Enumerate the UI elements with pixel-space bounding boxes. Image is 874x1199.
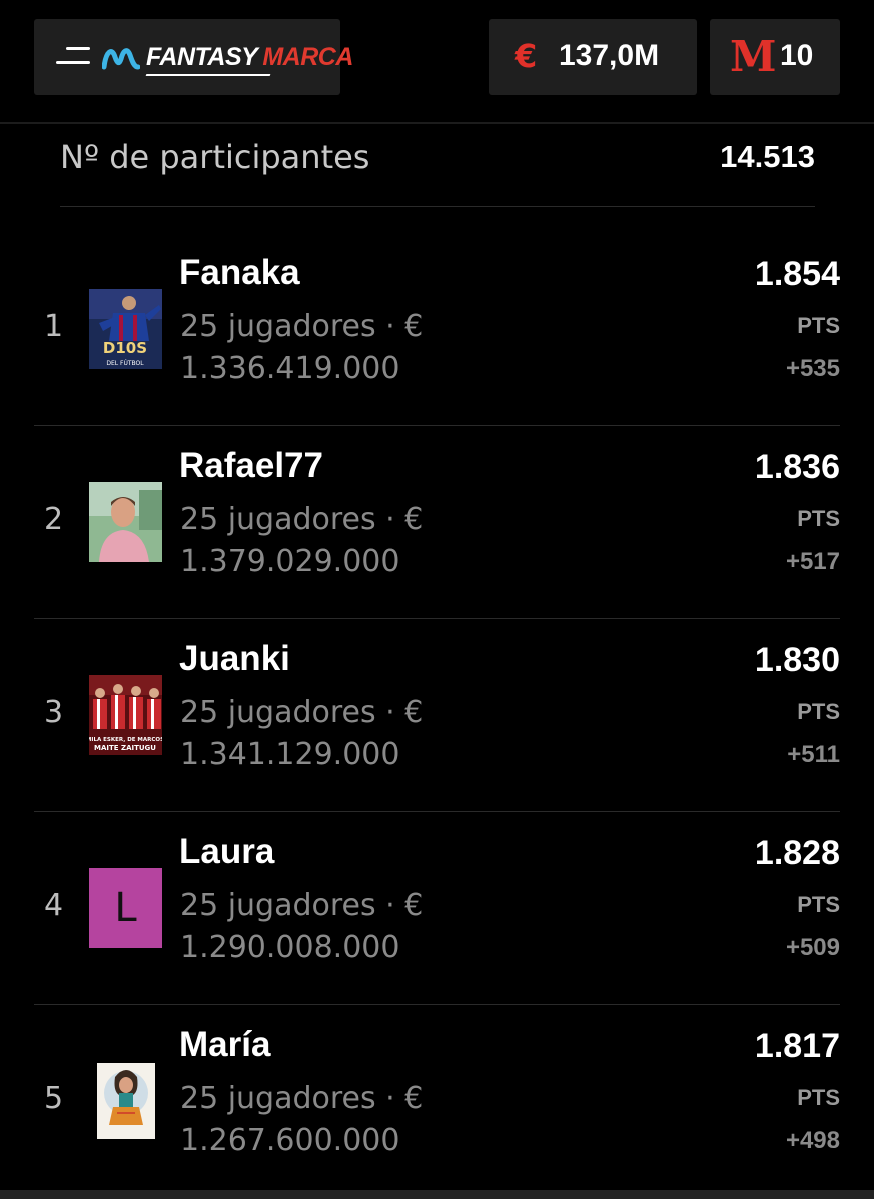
total-points: 1.830 bbox=[754, 641, 840, 679]
team-value: 1.336.419.000 bbox=[180, 351, 400, 386]
pts-label: PTS bbox=[797, 1085, 840, 1110]
players-count: 25 jugadores · € bbox=[180, 888, 424, 923]
user-name[interactable]: Laura bbox=[179, 832, 274, 872]
pts-label: PTS bbox=[797, 313, 840, 338]
points-delta: +498 bbox=[785, 1127, 840, 1154]
menu-brand-button[interactable]: FANTASY MARCA bbox=[34, 19, 353, 95]
participants-count: 14.513 bbox=[720, 139, 815, 174]
points-delta: +511 bbox=[787, 741, 840, 768]
user-avatar[interactable]: MILA ESKER, DE MARCOS MAITE ZAITUGU bbox=[89, 675, 162, 755]
points-delta: +535 bbox=[785, 355, 840, 382]
rank-number: 2 bbox=[44, 502, 64, 537]
svg-text:MILA ESKER, DE MARCOS: MILA ESKER, DE MARCOS bbox=[89, 737, 162, 743]
user-avatar[interactable] bbox=[89, 1061, 162, 1141]
logo-marca-text: MARCA bbox=[262, 43, 353, 71]
points-delta: +517 bbox=[785, 548, 840, 575]
ranking-row[interactable]: 1 D10S DEL FÚTBOL Fanaka 25 jugadores · … bbox=[34, 233, 840, 426]
team-value: 1.379.029.000 bbox=[180, 544, 400, 579]
pts-label: PTS bbox=[797, 506, 840, 531]
participants-label: Nº de participantes bbox=[60, 138, 370, 176]
participants-row: Nº de participantes 14.513 bbox=[60, 122, 815, 207]
avatar-letter: L bbox=[114, 885, 137, 931]
user-name[interactable]: Rafael77 bbox=[179, 446, 323, 486]
rank-number: 5 bbox=[44, 1081, 64, 1116]
players-count: 25 jugadores · € bbox=[180, 1081, 424, 1116]
user-avatar[interactable] bbox=[89, 482, 162, 562]
marca-points-value: 10 bbox=[780, 39, 814, 72]
fantasy-marca-logo: FANTASY MARCA bbox=[146, 43, 353, 72]
pts-label: PTS bbox=[797, 699, 840, 724]
ranking-row[interactable]: 3 MILA ESKER, DE MARCOS MAITE ZAITUGU Ju… bbox=[34, 619, 840, 812]
team-value: 1.267.600.000 bbox=[180, 1123, 400, 1158]
budget-button[interactable]: € 137,0M bbox=[489, 19, 697, 95]
rank-number: 1 bbox=[44, 309, 64, 344]
team-value: 1.341.129.000 bbox=[180, 737, 400, 772]
user-avatar[interactable]: L bbox=[89, 868, 162, 948]
user-name[interactable]: María bbox=[179, 1025, 270, 1065]
pts-label: PTS bbox=[797, 892, 840, 917]
movistar-logo-icon bbox=[102, 48, 140, 70]
total-points: 1.836 bbox=[754, 448, 840, 486]
user-name[interactable]: Fanaka bbox=[179, 253, 300, 293]
players-count: 25 jugadores · € bbox=[180, 502, 424, 537]
total-points: 1.817 bbox=[754, 1027, 840, 1065]
rank-number: 3 bbox=[44, 695, 64, 730]
euro-icon: € bbox=[515, 37, 538, 75]
total-points: 1.828 bbox=[754, 834, 840, 872]
logo-fantasy-text: FANTASY bbox=[146, 43, 258, 71]
ranking-row[interactable]: 5 María 25 jugadores · € 1.267.600.000 1… bbox=[34, 1005, 840, 1197]
marca-m-icon: M bbox=[730, 32, 777, 81]
total-points: 1.854 bbox=[754, 255, 840, 293]
hamburger-menu-icon[interactable] bbox=[56, 47, 90, 67]
user-avatar[interactable]: D10S DEL FÚTBOL bbox=[89, 289, 162, 369]
marca-points-button[interactable]: M 10 bbox=[710, 19, 840, 95]
user-name[interactable]: Juanki bbox=[179, 639, 290, 679]
players-count: 25 jugadores · € bbox=[180, 695, 424, 730]
ranking-row[interactable]: 2 Rafael77 25 jugadores · € 1.379.029.00… bbox=[34, 426, 840, 619]
budget-value: 137,0M bbox=[559, 39, 660, 72]
svg-text:DEL FÚTBOL: DEL FÚTBOL bbox=[106, 360, 144, 367]
svg-text:D10S: D10S bbox=[103, 339, 147, 357]
ranking-row[interactable]: 4 L Laura 25 jugadores · € 1.290.008.000… bbox=[34, 812, 840, 1005]
top-bar: FANTASY MARCA € 137,0M M 10 bbox=[0, 0, 874, 124]
rank-number: 4 bbox=[44, 888, 64, 923]
svg-text:MAITE ZAITUGU: MAITE ZAITUGU bbox=[94, 744, 156, 752]
points-delta: +509 bbox=[785, 934, 840, 961]
players-count: 25 jugadores · € bbox=[180, 309, 424, 344]
logo-underline bbox=[145, 74, 271, 76]
bottom-bar bbox=[0, 1190, 874, 1199]
team-value: 1.290.008.000 bbox=[180, 930, 400, 965]
